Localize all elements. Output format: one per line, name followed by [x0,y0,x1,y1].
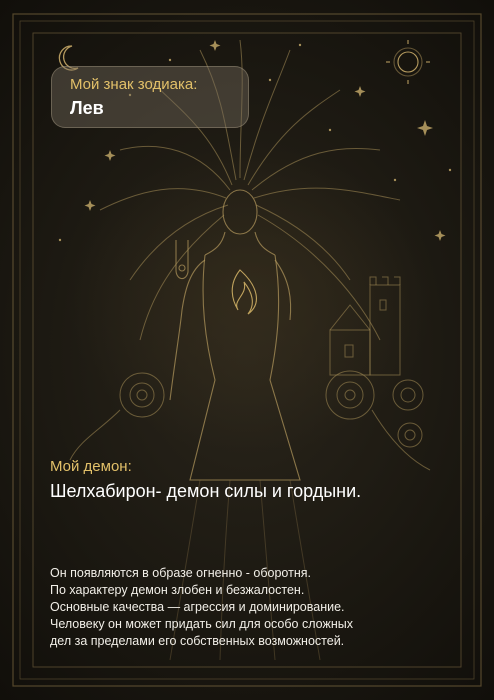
description-line: дел за пределами его собственных возможн… [50,634,345,648]
zodiac-demon-card: Мой знак зодиака: Лев Мой демон: Шелхаби… [0,0,494,700]
description-line: Человеку он может придать сил для особо … [50,617,353,631]
sun-icon [386,40,430,84]
demon-description: Он появляются в образе огненно - оборотн… [50,565,450,650]
demon-label: Мой демон: [50,458,132,475]
demon-name: Шелхабирон- демон силы и гордыни. [50,481,362,501]
zodiac-sign-value: Лев [70,98,104,118]
castle [329,276,401,376]
roses [69,370,431,471]
description-line: Он появляются в образе огненно - оборотн… [50,566,311,580]
goddess-figure [169,189,301,481]
zodiac-sign-label: Мой знак зодиака: [70,76,198,93]
description-line: Основные качества — агрессия и доминиров… [50,600,345,614]
description-line: По характеру демон злобен и безжалостен. [50,583,305,597]
zodiac-sign-panel: Мой знак зодиака: Лев [51,66,249,128]
